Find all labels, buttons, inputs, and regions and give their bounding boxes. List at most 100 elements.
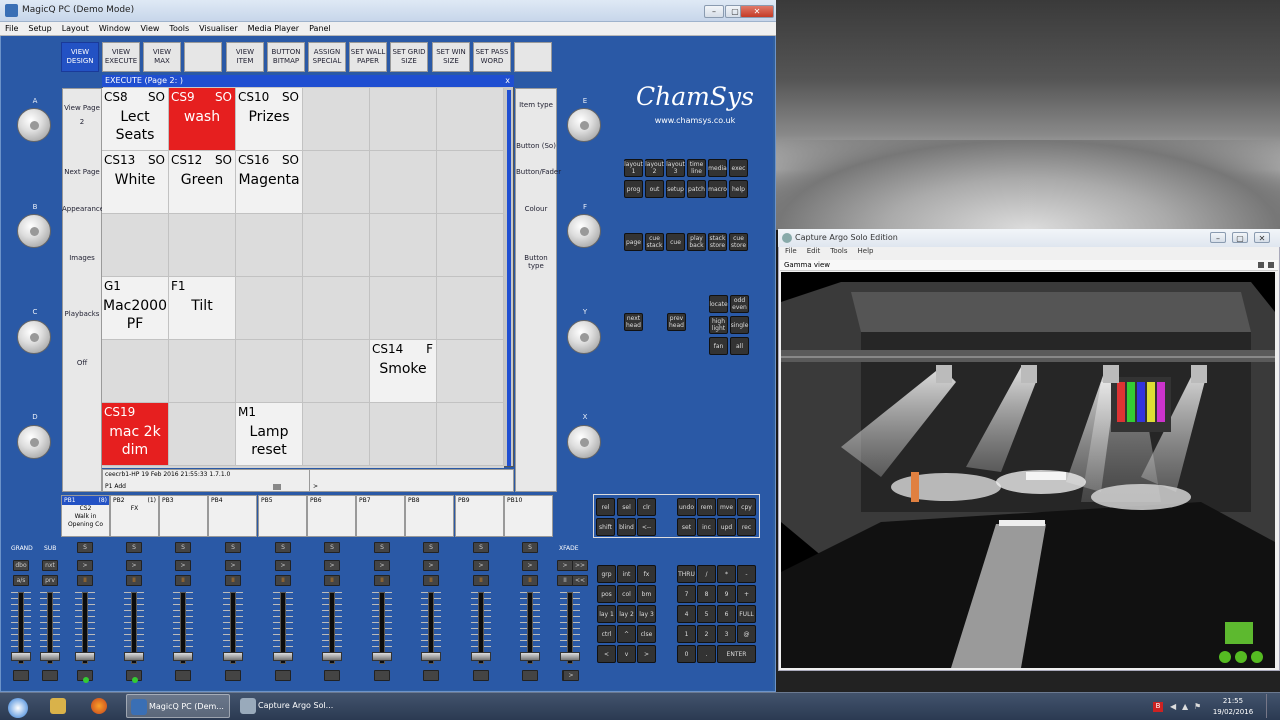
next-page-button[interactable]: Next Page xyxy=(62,168,102,176)
exec-empty-slot[interactable] xyxy=(370,151,437,214)
explorer-icon[interactable] xyxy=(50,698,66,714)
pb10-go-button[interactable]: > xyxy=(522,560,538,571)
key-6-button[interactable]: 6 xyxy=(717,605,736,623)
taskbar-argo[interactable]: Capture Argo Sol... xyxy=(236,694,336,718)
pb7-s-button[interactable]: S xyxy=(374,542,390,553)
key-prev-head-button[interactable]: prev head xyxy=(667,313,686,331)
pb1-s-button[interactable]: S xyxy=(77,542,93,553)
exec-empty-slot[interactable] xyxy=(236,214,303,277)
pb9-pause-button[interactable]: II xyxy=(473,575,489,586)
key--button[interactable]: + xyxy=(737,585,756,603)
key-page-button[interactable]: page xyxy=(624,233,643,251)
key-thru-button[interactable]: THRU xyxy=(677,565,696,583)
key-7-button[interactable]: 7 xyxy=(677,585,696,603)
exec-empty-slot[interactable] xyxy=(370,88,437,151)
view-maximize-icon[interactable] xyxy=(1268,262,1274,268)
xfade-fast-forward-button[interactable]: >> xyxy=(572,560,588,571)
key-stack-store-button[interactable]: stack store xyxy=(708,233,727,251)
encoder-d-knob[interactable] xyxy=(17,425,51,459)
colour-button[interactable]: Colour xyxy=(516,205,556,213)
playback-pb7[interactable]: PB7 xyxy=(356,495,405,537)
playback-pb10[interactable]: PB10 xyxy=(504,495,553,537)
menu-visualiser[interactable]: Visualiser xyxy=(194,22,242,35)
tray-flag-icon[interactable]: ⚑ xyxy=(1194,702,1204,712)
playback-pb9[interactable]: PB9 xyxy=(455,495,504,537)
key-help-button[interactable]: help xyxy=(729,180,748,198)
tray-network-icon[interactable]: ▲ xyxy=(1182,702,1192,712)
argo-title-bar[interactable]: Capture Argo Solo Edition – ▢ ✕ xyxy=(778,229,1280,247)
key-3-button[interactable]: 3 xyxy=(717,625,736,643)
minimize-button[interactable]: – xyxy=(704,5,724,18)
pb8-go-button[interactable]: > xyxy=(423,560,439,571)
exec-item-cs16[interactable]: CS16 SO Magenta xyxy=(236,151,303,214)
toolbar-set-pass-word-button[interactable]: SET PASS WORD xyxy=(473,42,511,72)
pb8-s-button[interactable]: S xyxy=(423,542,439,553)
exec-empty-slot[interactable] xyxy=(370,277,437,340)
pb10-pause-button[interactable]: II xyxy=(522,575,538,586)
menu-window[interactable]: Window xyxy=(94,22,136,35)
key-fan-button[interactable]: fan xyxy=(709,337,728,355)
playbacks-button[interactable]: Playbacks xyxy=(62,310,102,318)
key-clse-button[interactable]: clse xyxy=(637,625,656,643)
button-so-button[interactable]: Button (So) xyxy=(516,142,556,150)
key--button[interactable]: * xyxy=(717,565,736,583)
key--button[interactable]: . xyxy=(697,645,716,663)
fader-flash-button[interactable] xyxy=(324,670,340,681)
xfade-go-bottom-button[interactable]: > xyxy=(563,670,579,681)
exec-empty-slot[interactable] xyxy=(102,340,169,403)
appearance-button[interactable]: Appearance xyxy=(62,205,104,213)
exec-empty-slot[interactable] xyxy=(303,88,370,151)
fader-flash-button[interactable] xyxy=(423,670,439,681)
fader-flash-button[interactable] xyxy=(374,670,390,681)
execute-scrollbar[interactable] xyxy=(507,90,511,466)
exec-empty-slot[interactable] xyxy=(303,214,370,277)
pb2-pause-button[interactable]: II xyxy=(126,575,142,586)
fader-flash-button[interactable] xyxy=(225,670,241,681)
exec-item-cs10[interactable]: CS10 SO Prizes xyxy=(236,88,303,151)
key-out-button[interactable]: out xyxy=(645,180,664,198)
exec-empty-slot[interactable] xyxy=(437,403,504,466)
start-button[interactable] xyxy=(8,698,28,718)
firefox-icon[interactable] xyxy=(91,698,107,714)
fader-knob[interactable] xyxy=(322,652,342,661)
exec-item-cs8[interactable]: CS8 SO Lect Seats xyxy=(102,88,169,151)
view-restore-icon[interactable] xyxy=(1258,262,1264,268)
key-layout-1-button[interactable]: layout 1 xyxy=(624,159,643,177)
button-type-button[interactable]: Button type xyxy=(516,254,556,270)
button-fader-button[interactable]: Button/Fader xyxy=(516,168,561,176)
pb1-pause-button[interactable]: II xyxy=(77,575,93,586)
fader-flash-button[interactable] xyxy=(275,670,291,681)
toolbar-view-max-button[interactable]: VIEW MAX xyxy=(143,42,181,72)
exec-empty-slot[interactable] xyxy=(437,340,504,403)
key-prog-button[interactable]: prog xyxy=(624,180,643,198)
encoder-c-knob[interactable] xyxy=(17,320,51,354)
key-exec-button[interactable]: exec xyxy=(729,159,748,177)
encoder-y-knob[interactable] xyxy=(567,320,601,354)
encoder-e-knob[interactable] xyxy=(567,108,601,142)
dbo-button[interactable]: dbo xyxy=(13,560,29,571)
pb5-s-button[interactable]: S xyxy=(275,542,291,553)
pb3-s-button[interactable]: S xyxy=(175,542,191,553)
key-time-line-button[interactable]: time line xyxy=(687,159,706,177)
pb9-s-button[interactable]: S xyxy=(473,542,489,553)
fader-knob[interactable] xyxy=(11,652,31,661)
key-lay-2-button[interactable]: lay 2 xyxy=(617,605,636,623)
playback-pb3[interactable]: PB3 xyxy=(159,495,208,537)
menu-tools[interactable]: Tools xyxy=(164,22,194,35)
key-setup-button[interactable]: setup xyxy=(666,180,685,198)
toolbar-view-design-button[interactable]: VIEW DESIGN xyxy=(61,42,99,72)
key-lay-3-button[interactable]: lay 3 xyxy=(637,605,656,623)
argo-close-button[interactable]: ✕ xyxy=(1254,232,1270,243)
exec-empty-slot[interactable] xyxy=(437,88,504,151)
pb4-pause-button[interactable]: II xyxy=(225,575,241,586)
exec-empty-slot[interactable] xyxy=(303,151,370,214)
menu-media-player[interactable]: Media Player xyxy=(243,22,304,35)
encoder-b-knob[interactable] xyxy=(17,214,51,248)
exec-empty-slot[interactable] xyxy=(303,403,370,466)
fader-knob[interactable] xyxy=(372,652,392,661)
key-all-button[interactable]: all xyxy=(730,337,749,355)
pb6-s-button[interactable]: S xyxy=(324,542,340,553)
key-next-head-button[interactable]: next head xyxy=(624,313,643,331)
xfade-fast-back-button[interactable]: << xyxy=(572,575,588,586)
playback-pb1[interactable]: PB1 (8) CS2 Walk in Opening Co xyxy=(61,495,110,537)
